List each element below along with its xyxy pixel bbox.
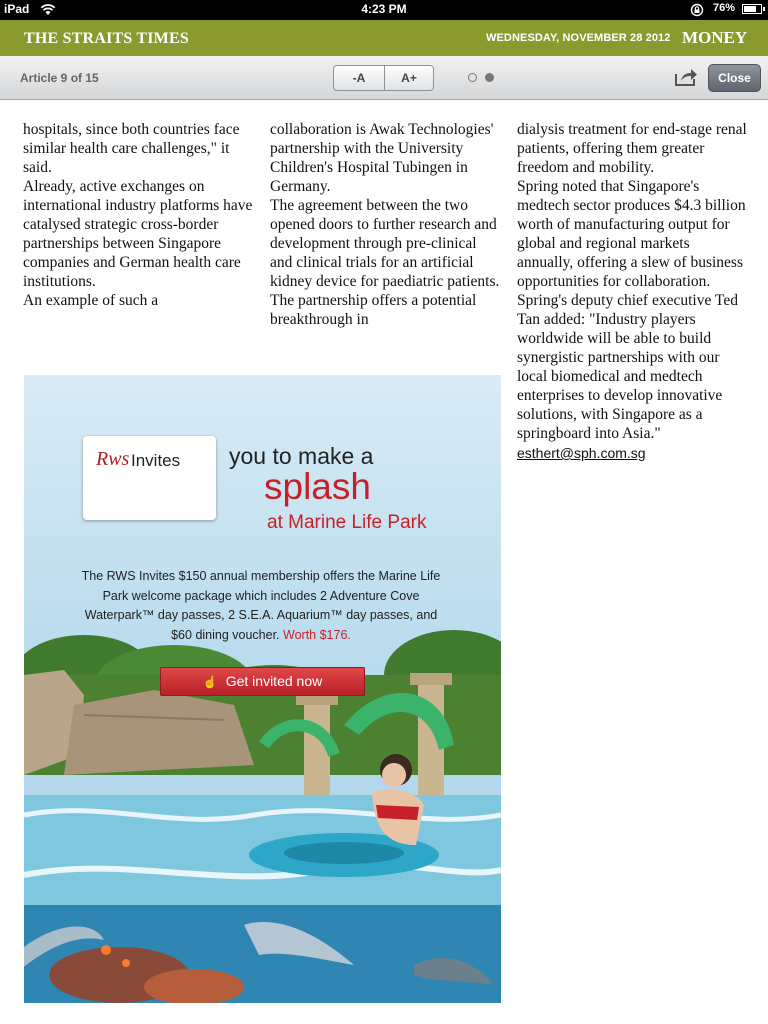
increase-font-button[interactable]: A+ (384, 66, 434, 90)
ad-subheadline: at Marine Life Park (267, 512, 427, 533)
section-title: MONEY (682, 28, 748, 47)
issue-date: WEDNESDAY, NOVEMBER 28 2012 (486, 32, 671, 44)
article-column-1: hospitals, since both countries face sim… (23, 120, 255, 310)
cta-label: Get invited now (225, 673, 323, 689)
decrease-font-button[interactable]: -A (334, 66, 385, 90)
pointer-icon: ☝ (202, 675, 218, 689)
article-text: collaboration is Awak Technologies' part… (270, 121, 500, 328)
page-dot[interactable] (468, 73, 477, 82)
invites-label: Invites (131, 451, 181, 470)
battery-icon (742, 4, 765, 14)
status-clock: 4:23 PM (361, 2, 407, 16)
reader-toolbar: Article 9 of 15 -A A+ Close (0, 56, 768, 100)
close-button[interactable]: Close (708, 64, 761, 92)
get-invited-button[interactable]: ☝ Get invited now (160, 667, 365, 696)
ad-worth-text: Worth $176. (283, 627, 351, 642)
ad-headline-splash: splash (264, 466, 371, 507)
rws-logo: Rws (96, 448, 130, 470)
masthead: THE STRAITS TIMES WEDNESDAY, NOVEMBER 28… (0, 20, 768, 56)
advertisement-banner[interactable]: Rws Invites you to make a splash at Mari… (24, 375, 501, 1003)
article-counter: Article 9 of 15 (20, 71, 99, 85)
author-email-link[interactable]: esthert@sph.com.sg (517, 444, 646, 463)
page-dot-current[interactable] (485, 73, 494, 82)
article-text: dialysis treatment for end-stage renal p… (517, 121, 747, 442)
rotation-lock-icon (690, 3, 704, 17)
ad-body-text: The RWS Invites $150 annual membership o… (76, 567, 446, 645)
font-size-control: -A A+ (333, 65, 434, 91)
newspaper-logo: THE STRAITS TIMES (24, 30, 189, 47)
battery-percent: 76% (713, 2, 736, 14)
ad-offer-text: The RWS Invites $150 annual membership o… (81, 569, 441, 642)
article-column-3: dialysis treatment for end-stage renal p… (517, 120, 749, 463)
share-icon[interactable] (674, 67, 698, 87)
status-bar: iPad 4:23 PM 76% (0, 0, 768, 20)
rws-invites-card: Rws Invites (83, 436, 216, 520)
article-text: hospitals, since both countries face sim… (23, 121, 253, 309)
article-column-2: collaboration is Awak Technologies' part… (270, 120, 502, 329)
